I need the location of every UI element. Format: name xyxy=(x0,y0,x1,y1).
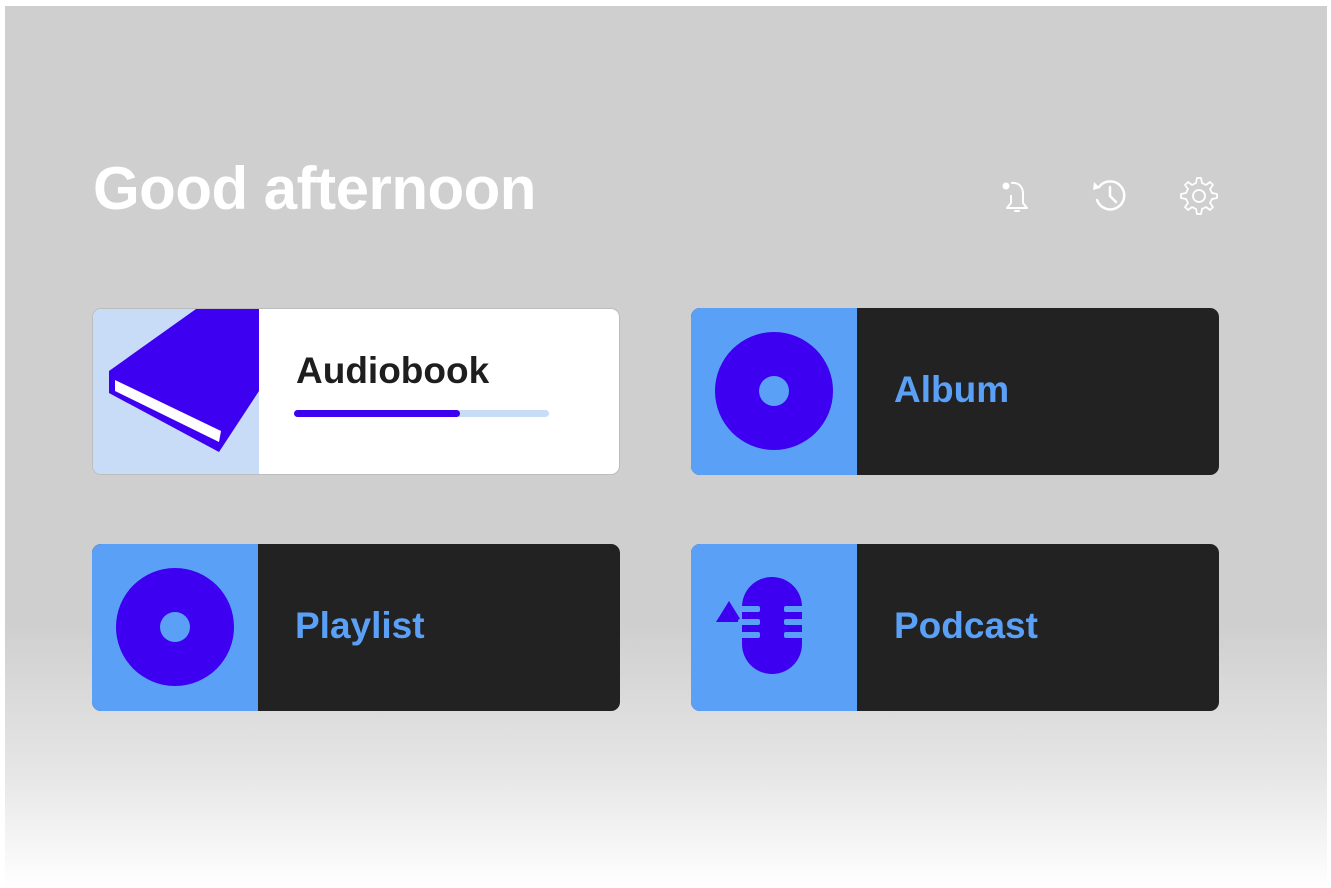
album-label: Album xyxy=(894,369,1010,410)
podcast-label: Podcast xyxy=(894,605,1038,646)
audiobook-progress-fill xyxy=(294,410,460,417)
home-screen: Good afternoon Audiobook Album Playlist … xyxy=(5,6,1327,888)
album-card[interactable]: Album xyxy=(691,308,1219,475)
podcast-art xyxy=(691,544,857,711)
audiobook-progress-bar[interactable] xyxy=(294,410,549,417)
microphone-icon xyxy=(716,577,806,674)
playlist-label: Playlist xyxy=(295,605,425,646)
playlist-card[interactable]: Playlist xyxy=(92,544,620,711)
podcast-card[interactable]: Podcast xyxy=(691,544,1219,711)
album-art xyxy=(691,308,857,475)
settings-gear-icon[interactable] xyxy=(1177,173,1221,217)
greeting-title: Good afternoon xyxy=(93,155,536,222)
audiobook-art xyxy=(93,309,259,474)
notification-bell-icon[interactable] xyxy=(996,173,1040,217)
history-icon[interactable] xyxy=(1087,173,1131,217)
disc-icon xyxy=(116,568,234,686)
disc-icon xyxy=(715,332,833,450)
playlist-art xyxy=(92,544,258,711)
book-icon xyxy=(109,309,259,452)
audiobook-label: Audiobook xyxy=(296,350,490,391)
audiobook-card[interactable]: Audiobook xyxy=(92,308,620,475)
